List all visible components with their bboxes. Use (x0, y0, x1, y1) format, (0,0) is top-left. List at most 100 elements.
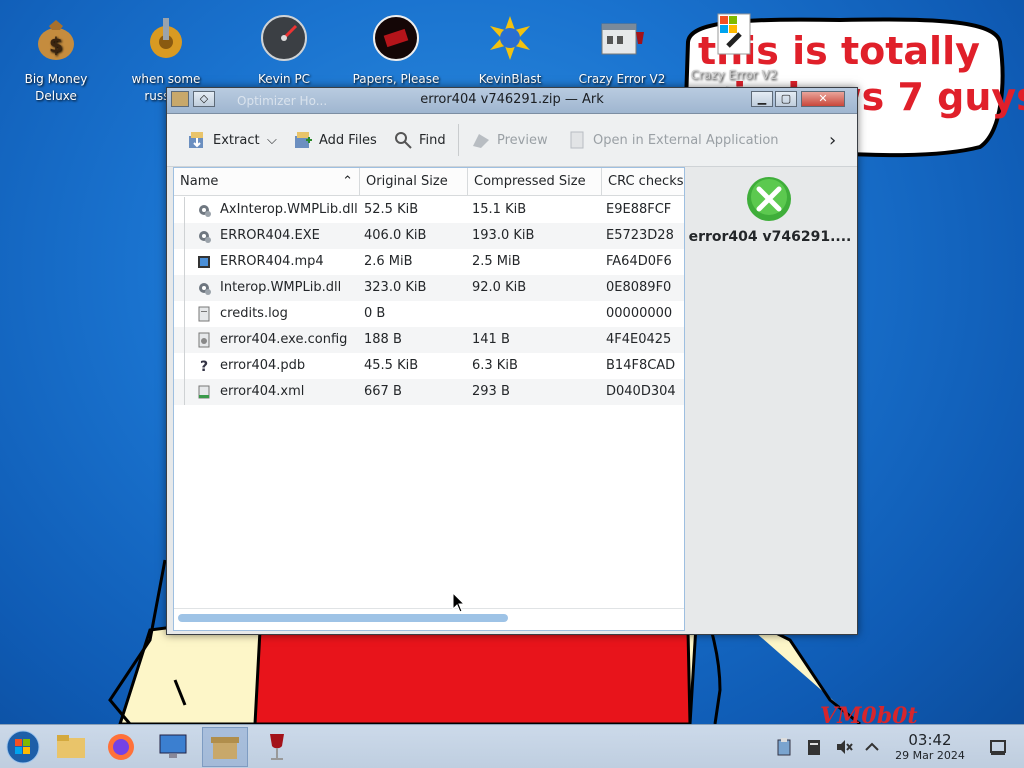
maximize-button[interactable]: ▢ (775, 91, 797, 107)
cell-original-size: 52.5 KiB (364, 202, 419, 217)
desktop-icon-label: Papers, Please (352, 72, 440, 86)
find-label: Find (419, 132, 446, 148)
taskbar-file-manager[interactable] (48, 727, 94, 767)
table-row[interactable]: error404.xml 667 B 293 B D040D304 (174, 379, 684, 405)
start-orb-icon (6, 730, 40, 764)
table-row[interactable]: error404.exe.config 188 B 141 B 4F4E0425 (174, 327, 684, 353)
cell-crc: E9E88FCF (606, 202, 672, 217)
table-row[interactable]: credits.log 0 B 00000000 (174, 301, 684, 327)
cell-name: credits.log (220, 306, 288, 321)
add-files-label: Add Files (319, 132, 377, 148)
archive-name: error404 v746291.... (688, 229, 852, 245)
toolbar-overflow-button[interactable]: › (829, 128, 836, 152)
clock-date: 29 Mar 2024 (895, 749, 965, 762)
table-row[interactable]: Interop.WMPLib.dll 323.0 KiB 92.0 KiB 0E808… (174, 275, 684, 301)
info-panel: error404 v746291.... (687, 167, 853, 629)
taskbar-wine[interactable] (254, 727, 300, 767)
dll-gear-icon (199, 283, 211, 295)
tree-line (184, 197, 185, 223)
tree-line (184, 223, 185, 249)
tree-line (184, 327, 185, 353)
cell-name: AxInterop.WMPLib.dll (220, 202, 358, 217)
column-header-label: Compressed Size (474, 174, 586, 189)
clock[interactable]: 03:42 29 Mar 2024 (886, 731, 974, 763)
preview-icon (473, 134, 489, 148)
ark-window: ◇ Optimizer Ho... error404 v746291.zip —… (166, 87, 858, 635)
desktop-icon-crazy-error[interactable]: Crazy Error V2 (574, 8, 670, 88)
column-header-label: Name (180, 174, 219, 189)
table-row[interactable]: AxInterop.WMPLib.dll 52.5 KiB 15.1 KiB E9E8… (174, 197, 684, 223)
cell-original-size: 323.0 KiB (364, 280, 427, 295)
add-files-button[interactable]: Add Files (293, 128, 377, 152)
tree-line (184, 379, 185, 405)
cell-crc: 4F4E0425 (606, 332, 672, 347)
file-list[interactable]: Name ⌃ Original Size Compressed Size CRC… (173, 167, 685, 631)
taskbar-firefox[interactable] (98, 727, 144, 767)
close-button[interactable]: ✕ (801, 91, 845, 107)
cell-name: error404.xml (220, 384, 305, 399)
folder-icon (57, 735, 85, 758)
show-desktop-icon[interactable] (988, 737, 1008, 757)
cell-original-size: 0 B (364, 306, 386, 321)
column-header-original-size[interactable]: Original Size (360, 168, 468, 196)
table-row[interactable]: ERROR404.EXE 406.0 KiB 193.0 KiB E5723D28 (174, 223, 684, 249)
desktop-icon-kevinblast[interactable]: KevinBlast (462, 8, 558, 88)
desktop-icon-papers-please[interactable]: Papers, Please (348, 8, 444, 88)
cell-crc: B14F8CAD (606, 358, 676, 373)
cell-compressed-size: 6.3 KiB (472, 358, 518, 373)
scrollbar-track (174, 608, 684, 609)
preview-button[interactable]: Preview (471, 128, 548, 152)
cell-compressed-size: 2.5 MiB (472, 254, 521, 269)
cell-original-size: 45.5 KiB (364, 358, 419, 373)
extract-label: Extract (213, 132, 260, 148)
cell-compressed-size: 15.1 KiB (472, 202, 527, 217)
xml-file-icon (198, 385, 210, 399)
cell-name: error404.exe.config (220, 332, 348, 347)
monitor-icon (159, 734, 187, 758)
open-external-button[interactable]: Open in External Application (567, 128, 779, 152)
volume-muted-icon[interactable] (834, 737, 854, 757)
desktop-icon-label: KevinBlast (478, 72, 542, 86)
document-icon (570, 131, 584, 149)
taskbar-ark[interactable] (202, 727, 248, 767)
cell-original-size: 667 B (364, 384, 402, 399)
column-header-compressed-size[interactable]: Compressed Size (468, 168, 602, 196)
mouse-cursor-icon (452, 592, 466, 613)
cell-crc: D040D304 (606, 384, 676, 399)
toolbar: Extract ⌵ Add Files Find Preview Open in… (167, 114, 857, 167)
desktop-icon-big-money[interactable]: $ Big Money Deluxe (8, 8, 104, 105)
cell-crc: FA64D0F6 (606, 254, 672, 269)
minimize-button[interactable]: ▁ (751, 91, 773, 107)
preview-label: Preview (497, 132, 548, 148)
horizontal-scrollbar[interactable] (178, 614, 508, 622)
table-row[interactable]: ERROR404.mp4 2.6 MiB 2.5 MiB FA64D0F6 (174, 249, 684, 275)
money-bag-icon: $ (38, 20, 74, 60)
find-button[interactable]: Find (393, 128, 446, 152)
desktop: this is totally windows 7 guys $ Big Mon… (0, 0, 1024, 768)
cell-crc: 0E8089F0 (606, 280, 672, 295)
svg-text:?: ? (200, 359, 208, 374)
cell-compressed-size: 193.0 KiB (472, 228, 535, 243)
cell-name: ERROR404.EXE (220, 228, 320, 243)
cell-crc: E5723D28 (606, 228, 674, 243)
cell-original-size: 2.6 MiB (364, 254, 413, 269)
column-header-crc[interactable]: CRC checksu (602, 168, 684, 196)
video-file-icon (198, 256, 210, 268)
cell-original-size: 188 B (364, 332, 402, 347)
chevron-up-icon[interactable] (862, 737, 882, 757)
taskbar-system-settings[interactable] (150, 727, 196, 767)
archive-tools-icon (747, 177, 791, 221)
extract-dropdown-button[interactable]: ⌵ (267, 128, 277, 152)
column-header-name[interactable]: Name ⌃ (174, 168, 360, 196)
window-titlebar[interactable]: ◇ Optimizer Ho... error404 v746291.zip —… (167, 88, 857, 114)
table-row[interactable]: ? error404.pdb 45.5 KiB 6.3 KiB B14F8CAD (174, 353, 684, 379)
cell-name: error404.pdb (220, 358, 306, 373)
tree-line (184, 301, 185, 327)
storage-icon[interactable] (804, 737, 824, 757)
svg-text:$: $ (49, 33, 63, 57)
clipboard-icon[interactable] (774, 737, 794, 757)
kevinblast-icon (490, 16, 530, 60)
open-external-label: Open in External Application (593, 132, 779, 148)
extract-button[interactable]: Extract (187, 128, 260, 152)
start-button[interactable] (0, 727, 46, 767)
